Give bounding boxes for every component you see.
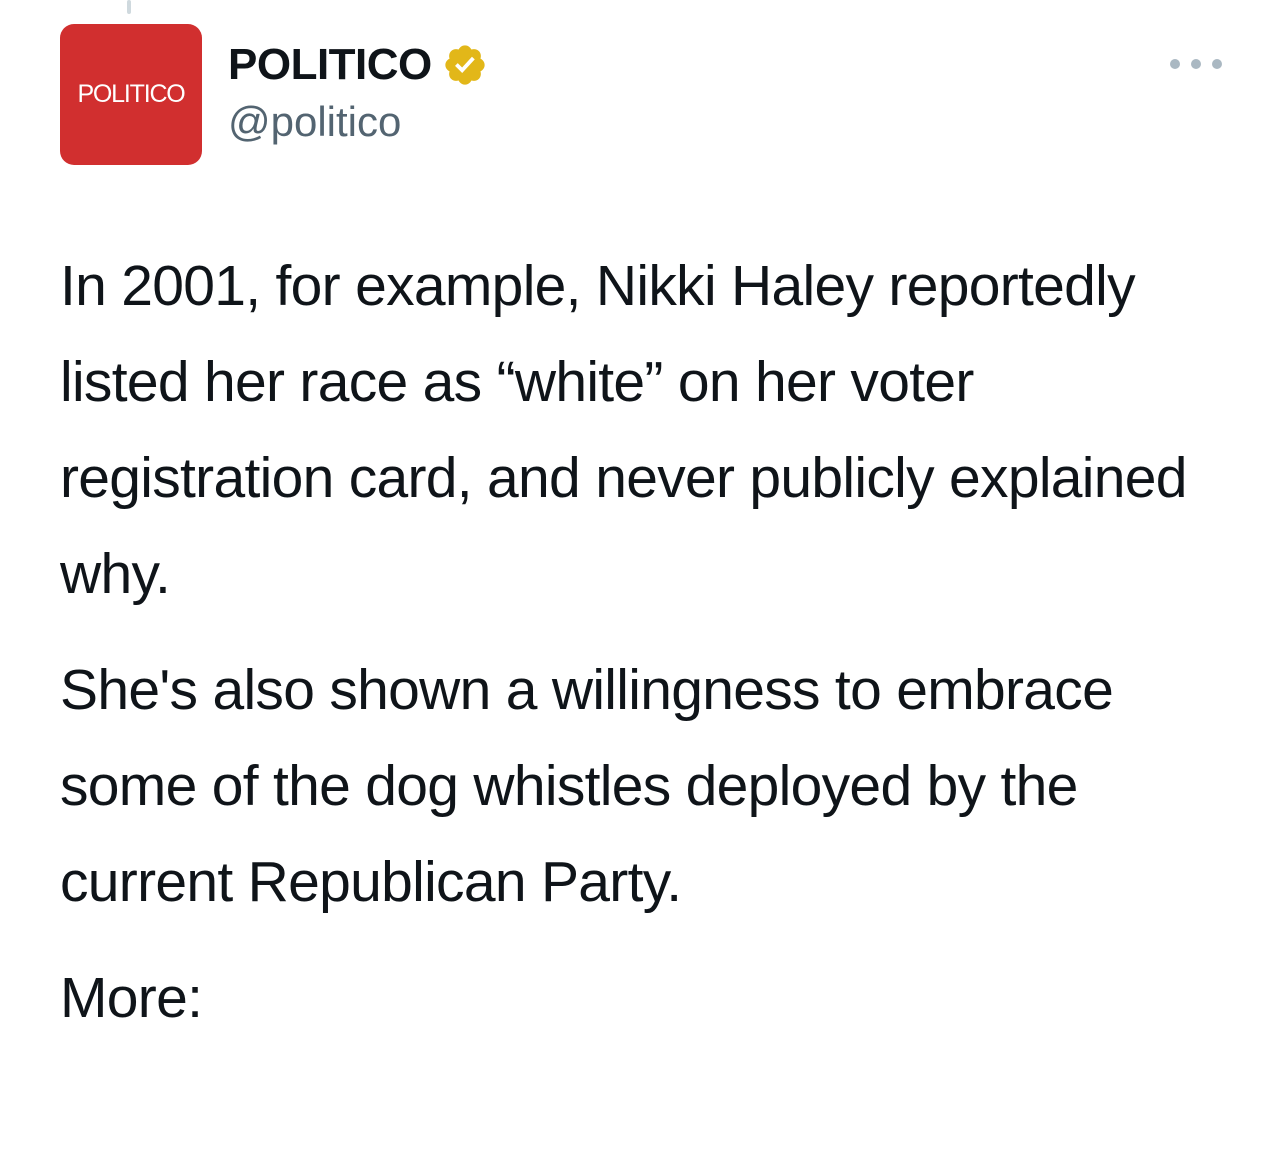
thread-connector-line — [127, 0, 131, 14]
author-handle[interactable]: @politico — [228, 98, 488, 146]
more-dot — [1191, 59, 1201, 69]
more-dot — [1170, 59, 1180, 69]
more-options-icon[interactable] — [1170, 48, 1222, 80]
author-display-name[interactable]: POLITICO — [228, 40, 432, 90]
more-dot — [1212, 59, 1222, 69]
politico-logo: POLITICO — [77, 80, 185, 108]
tweet-text: In 2001, for example, Nikki Haley report… — [60, 238, 1240, 1046]
verified-badge-icon[interactable] — [442, 42, 488, 88]
tweet-paragraph: She's also shown a willingness to embrac… — [60, 658, 1114, 914]
tweet-paragraph: In 2001, for example, Nikki Haley report… — [60, 254, 1187, 606]
avatar[interactable]: POLITICO — [60, 24, 202, 165]
tweet-author: POLITICO @politico — [228, 38, 488, 146]
author-name-row: POLITICO — [228, 38, 488, 92]
tweet-paragraph: More: — [60, 966, 203, 1030]
